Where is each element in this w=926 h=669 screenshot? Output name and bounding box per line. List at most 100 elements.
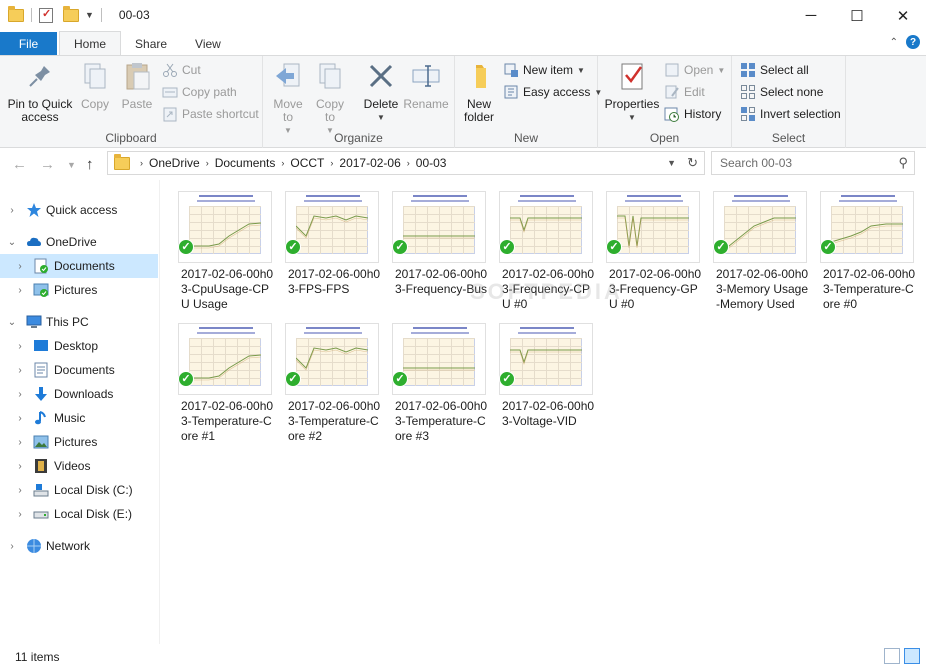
tab-share[interactable]: Share xyxy=(121,32,181,56)
new-item-button[interactable]: New item ▼ xyxy=(503,60,585,80)
address-dropdown-chevron-icon[interactable]: ▼ xyxy=(667,158,676,168)
file-item[interactable]: ✓ 2017-02-06-00h03-Temperature-Core #2 xyxy=(277,319,381,444)
sidebar-item-videos[interactable]: › Videos xyxy=(0,454,158,478)
folder-icon xyxy=(114,153,130,170)
sidebar-item-music[interactable]: › Music xyxy=(0,406,158,430)
file-thumbnail xyxy=(178,323,272,395)
new-group-label: New xyxy=(513,131,538,145)
file-name: 2017-02-06-00h03-Memory Usage-Memory Use… xyxy=(716,267,809,311)
sidebar-item-desktop[interactable]: › Desktop xyxy=(0,334,158,358)
edit-button[interactable]: Edit xyxy=(664,82,705,102)
sidebar-item-local-disk-e[interactable]: › Local Disk (E:) xyxy=(0,502,158,526)
tab-home[interactable]: Home xyxy=(59,31,122,56)
sync-check-icon: ✓ xyxy=(713,239,729,255)
select-none-button[interactable]: Select none xyxy=(740,82,823,102)
expand-chevron-icon[interactable]: › xyxy=(15,365,25,376)
paste-shortcut-button[interactable]: Paste shortcut xyxy=(162,104,259,124)
watermark: SOFTPEDIA xyxy=(470,279,623,304)
maximize-button[interactable]: ☐ xyxy=(834,0,880,31)
navigation-pane: › Quick access ⌄ OneDrive › Documents › … xyxy=(0,193,160,643)
invert-selection-button[interactable]: Invert selection xyxy=(740,104,841,124)
easy-access-button[interactable]: Easy access ▼ xyxy=(503,82,602,102)
sidebar-item-onedrive-documents[interactable]: › Documents xyxy=(0,254,158,278)
open-button[interactable]: Open ▼ xyxy=(664,60,725,80)
paste-button[interactable]: Paste xyxy=(118,60,156,111)
file-item[interactable]: ✓ 2017-02-06-00h03-Voltage-VID xyxy=(491,319,595,429)
collapse-chevron-icon[interactable]: ⌄ xyxy=(7,237,17,248)
breadcrumb-current[interactable]: 00-03 xyxy=(416,156,447,170)
search-input[interactable]: Search 00-03 ⚲ xyxy=(711,151,915,175)
breadcrumb-onedrive[interactable]: OneDrive xyxy=(149,156,200,170)
minimize-button[interactable]: ─ xyxy=(788,0,834,31)
copy-button[interactable]: Copy xyxy=(78,60,112,111)
sidebar-item-network[interactable]: › Network xyxy=(0,534,158,558)
minimize-ribbon-chevron-icon[interactable]: ⌃ xyxy=(890,37,898,48)
breadcrumb-date[interactable]: 2017-02-06 xyxy=(339,156,400,170)
sidebar-item-onedrive[interactable]: ⌄ OneDrive xyxy=(0,230,158,254)
sidebar-item-this-pc[interactable]: ⌄ This PC xyxy=(0,310,158,334)
collapse-chevron-icon[interactable]: ⌄ xyxy=(7,317,17,328)
select-all-button[interactable]: Select all xyxy=(740,60,809,80)
sidebar-item-pictures[interactable]: › Pictures xyxy=(0,430,158,454)
sidebar-item-documents[interactable]: › Documents xyxy=(0,358,158,382)
file-item[interactable]: ✓ 2017-02-06-00h03-FPS-FPS xyxy=(277,187,381,297)
move-to-button[interactable]: Move to ▼ xyxy=(271,60,305,137)
close-button[interactable]: ✕ xyxy=(880,0,926,31)
tab-view[interactable]: View xyxy=(181,32,235,56)
search-icon[interactable]: ⚲ xyxy=(898,155,908,171)
pin-to-quick-access-button[interactable]: Pin to Quick access xyxy=(6,60,74,124)
expand-chevron-icon[interactable]: › xyxy=(7,205,17,216)
new-folder-button[interactable]: New folder xyxy=(461,60,497,124)
properties-icon[interactable] xyxy=(39,7,53,23)
tab-file[interactable]: File xyxy=(0,32,57,56)
file-item[interactable]: ✓ 2017-02-06-00h03-Temperature-Core #1 xyxy=(170,319,274,444)
select-none-icon xyxy=(740,84,756,100)
recent-locations-chevron-icon[interactable]: ▼ xyxy=(67,160,76,170)
refresh-icon[interactable]: ↻ xyxy=(687,155,698,171)
expand-chevron-icon[interactable]: › xyxy=(15,285,25,296)
copy-to-button[interactable]: Copy to ▼ xyxy=(313,60,347,137)
details-view-icon[interactable] xyxy=(884,648,900,664)
expand-chevron-icon[interactable]: › xyxy=(15,389,25,400)
expand-chevron-icon[interactable]: › xyxy=(15,461,25,472)
new-folder-icon[interactable] xyxy=(63,5,79,22)
cut-button[interactable]: Cut xyxy=(162,60,201,80)
breadcrumb-documents[interactable]: Documents xyxy=(215,156,276,170)
breadcrumb-separator-icon: › xyxy=(140,158,143,168)
copy-path-button[interactable]: Copy path xyxy=(162,82,237,102)
help-icon[interactable]: ? xyxy=(906,35,920,49)
customize-toolbar-chevron-icon[interactable]: ▼ xyxy=(85,10,94,20)
expand-chevron-icon[interactable]: › xyxy=(15,485,25,496)
sidebar-item-downloads[interactable]: › Downloads xyxy=(0,382,158,406)
file-item[interactable]: ✓ 2017-02-06-00h03-Temperature-Core #3 xyxy=(384,319,488,444)
sidebar-item-onedrive-pictures[interactable]: › Pictures xyxy=(0,278,158,302)
address-bar[interactable]: › OneDrive › Documents › OCCT › 2017-02-… xyxy=(107,151,705,175)
delete-button[interactable]: Delete ▼ xyxy=(361,60,401,124)
breadcrumb-occt[interactable]: OCCT xyxy=(290,156,324,170)
file-item[interactable]: ✓ 2017-02-06-00h03-Memory Usage-Memory Us… xyxy=(705,187,809,312)
expand-chevron-icon[interactable]: › xyxy=(15,437,25,448)
expand-chevron-icon[interactable]: › xyxy=(15,509,25,520)
breadcrumb-separator-icon[interactable]: › xyxy=(281,158,284,168)
history-button[interactable]: History xyxy=(664,104,721,124)
expand-chevron-icon[interactable]: › xyxy=(7,541,17,552)
file-thumbnail xyxy=(392,323,486,395)
large-icons-view-icon[interactable] xyxy=(904,648,920,664)
expand-chevron-icon[interactable]: › xyxy=(15,413,25,424)
breadcrumb-separator-icon[interactable]: › xyxy=(206,158,209,168)
expand-chevron-icon[interactable]: › xyxy=(15,261,25,272)
sidebar-item-local-disk-c[interactable]: › Local Disk (C:) xyxy=(0,478,158,502)
breadcrumb-separator-icon[interactable]: › xyxy=(330,158,333,168)
file-item[interactable]: ✓ 2017-02-06-00h03-CpuUsage-CPU Usage xyxy=(170,187,274,312)
rename-button[interactable]: Rename xyxy=(403,60,449,111)
clipboard-group-label: Clipboard xyxy=(105,131,157,145)
forward-arrow-icon[interactable]: → xyxy=(40,156,55,173)
expand-chevron-icon[interactable]: › xyxy=(15,341,25,352)
back-arrow-icon[interactable]: ← xyxy=(12,156,27,173)
up-arrow-icon[interactable]: ↑ xyxy=(86,156,94,173)
breadcrumb-separator-icon[interactable]: › xyxy=(407,158,410,168)
sidebar-item-quick-access[interactable]: › Quick access xyxy=(0,198,158,222)
file-thumbnail xyxy=(178,191,272,263)
properties-button[interactable]: Properties ▼ xyxy=(604,60,660,124)
file-item[interactable]: ✓ 2017-02-06-00h03-Temperature-Core #0 xyxy=(812,187,916,312)
